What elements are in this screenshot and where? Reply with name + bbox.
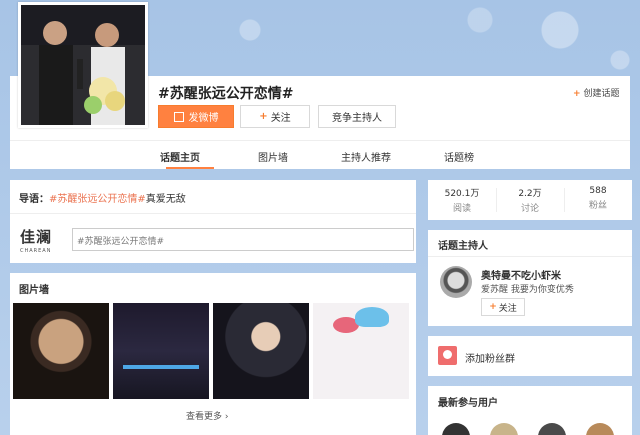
avatar[interactable] bbox=[586, 423, 614, 435]
compete-host-button[interactable]: 竞争主持人 bbox=[318, 105, 396, 128]
post-weibo-label: 发微博 bbox=[188, 113, 219, 124]
photo-thumbnail[interactable] bbox=[313, 303, 409, 399]
intro-card: 导语：#苏醒张远公开恋情#真爱无敌 佳澜 CHAREAN #苏醒张远公开恋情# bbox=[10, 180, 416, 263]
tab-host-recommend[interactable]: 主持人推荐 bbox=[341, 149, 391, 164]
recent-users-title: 最新参与用户 bbox=[438, 398, 498, 409]
host-name[interactable]: 奥特曼不吃小虾米 bbox=[481, 267, 561, 282]
create-topic-label: 创建话题 bbox=[583, 89, 620, 99]
tab-topic-ranking[interactable]: 话题榜 bbox=[444, 149, 474, 164]
stat-discussions: 2.2万 讨论 bbox=[518, 189, 542, 214]
avatar[interactable] bbox=[490, 423, 518, 435]
plus-icon: + bbox=[259, 111, 268, 122]
follow-topic-label: 关注 bbox=[270, 113, 291, 124]
stat-fans: 588 粉丝 bbox=[588, 186, 607, 211]
group-icon bbox=[438, 346, 457, 365]
brand-logo: 佳澜 CHAREAN bbox=[20, 228, 53, 254]
topic-stats-card: 520.1万 阅读 2.2万 讨论 588 粉丝 bbox=[428, 180, 632, 220]
post-weibo-button[interactable]: 发微博 bbox=[158, 105, 234, 128]
photo-wall-title: 图片墙 bbox=[19, 285, 49, 296]
photo-thumbnail[interactable] bbox=[213, 303, 309, 399]
compose-input[interactable]: #苏醒张远公开恋情# bbox=[72, 228, 414, 251]
topic-host-card: 话题主持人 奥特曼不吃小虾米 爱苏醒 我要为你变优秀 + 关注 bbox=[428, 230, 632, 326]
chevron-right-icon: › bbox=[224, 412, 229, 422]
create-topic-link[interactable]: + 创建话题 bbox=[573, 86, 620, 99]
follow-host-button[interactable]: + 关注 bbox=[481, 298, 525, 316]
photo-wall-card: 图片墙 查看更多 › bbox=[10, 273, 416, 435]
see-more-link[interactable]: 查看更多 › bbox=[186, 409, 229, 422]
intro-topic-tag[interactable]: #苏醒张远公开恋情# bbox=[49, 194, 146, 205]
avatar[interactable] bbox=[538, 423, 566, 435]
active-tab-indicator bbox=[166, 167, 214, 169]
avatar[interactable] bbox=[442, 423, 470, 435]
host-section-title: 话题主持人 bbox=[438, 241, 488, 252]
add-fans-group-label: 添加粉丝群 bbox=[465, 354, 515, 365]
host-description: 爱苏醒 我要为你变优秀 bbox=[481, 285, 574, 295]
tab-topic-home[interactable]: 话题主页 bbox=[160, 149, 200, 164]
tab-photo-wall[interactable]: 图片墙 bbox=[258, 149, 288, 164]
fans-group-card[interactable]: 添加粉丝群 bbox=[428, 336, 632, 376]
divider bbox=[428, 256, 632, 257]
topic-cover-image bbox=[18, 2, 148, 128]
recent-users-card: 最新参与用户 bbox=[428, 386, 632, 435]
intro-line: 导语：#苏醒张远公开恋情#真爱无敌 bbox=[19, 190, 186, 205]
follow-topic-button[interactable]: + 关注 bbox=[240, 105, 310, 128]
photo-thumbnail[interactable] bbox=[13, 303, 109, 399]
plus-icon: + bbox=[489, 302, 497, 312]
divider bbox=[10, 213, 416, 214]
topic-title: #苏醒张远公开恋情# bbox=[158, 86, 294, 102]
compete-host-label: 竞争主持人 bbox=[332, 113, 382, 124]
intro-text: 真爱无敌 bbox=[145, 194, 186, 205]
edit-icon bbox=[173, 111, 184, 122]
photo-detail bbox=[123, 365, 199, 369]
photo-thumbnail[interactable] bbox=[113, 303, 209, 399]
topic-tabs: 话题主页 图片墙 主持人推荐 话题榜 bbox=[10, 140, 630, 169]
stat-reads: 520.1万 阅读 bbox=[444, 189, 480, 214]
plus-icon: + bbox=[573, 89, 581, 99]
intro-label: 导语： bbox=[19, 194, 49, 205]
avatar[interactable] bbox=[440, 266, 472, 298]
